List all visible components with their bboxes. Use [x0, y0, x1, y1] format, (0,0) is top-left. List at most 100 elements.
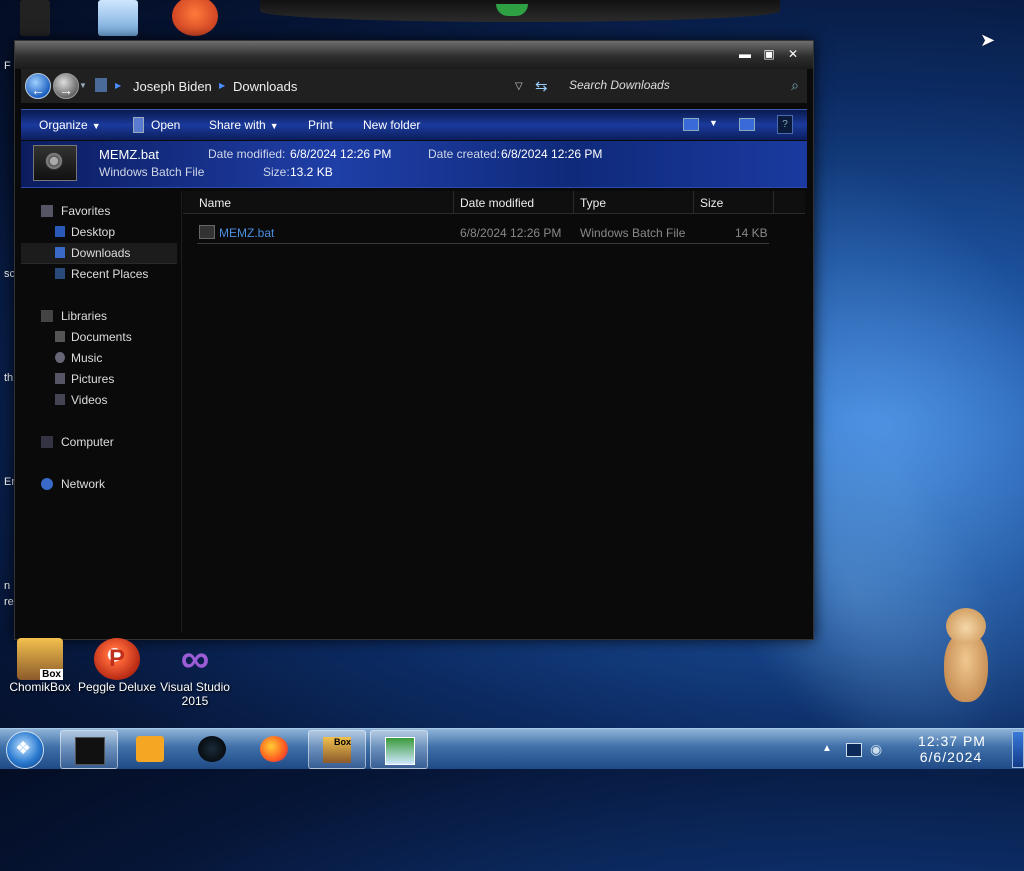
nav-favorites[interactable]: Favorites — [21, 201, 177, 221]
date-modified-label: Date modified: — [208, 147, 286, 161]
chevron-right-icon[interactable]: ▶ — [115, 81, 121, 90]
mouse-cursor-icon: ➤ — [980, 30, 996, 50]
libraries-icon — [41, 310, 53, 322]
videos-icon — [55, 394, 65, 405]
chomikbox-badge: Box — [333, 737, 351, 747]
desktop-icon-chomikbox[interactable]: Box ChomikBox — [0, 638, 80, 714]
windows-logo-icon: ❖ — [15, 738, 32, 758]
share-with-button[interactable]: Share with ▼ — [209, 118, 279, 132]
paint-icon — [385, 737, 415, 765]
column-name[interactable]: Name — [199, 196, 231, 210]
size-value: 13.2 KB — [290, 165, 333, 179]
details-file-type: Windows Batch File — [99, 165, 205, 179]
taskbar-browser[interactable] — [184, 730, 240, 767]
forward-button[interactable]: → — [53, 73, 79, 99]
show-hidden-icons-icon[interactable]: ▲ — [822, 743, 832, 754]
date-created-label: Date created: — [428, 147, 501, 161]
search-input[interactable] — [561, 75, 769, 95]
nav-videos[interactable]: Videos — [21, 390, 177, 410]
arrow-left-icon: ← — [31, 82, 45, 98]
taskbar-firefox[interactable] — [246, 730, 302, 767]
arrow-right-icon: → — [59, 82, 73, 98]
nav-downloads[interactable]: Downloads — [21, 243, 177, 264]
file-name[interactable]: MEMZ.bat — [219, 226, 274, 240]
nav-network[interactable]: Network — [21, 474, 177, 494]
file-date-modified: 6/8/2024 12:26 PM — [460, 226, 562, 240]
nav-music[interactable]: Music — [21, 348, 177, 368]
nav-pictures[interactable]: Pictures — [21, 369, 177, 389]
search-icon[interactable]: ⌕ — [791, 77, 799, 94]
minimize-button[interactable]: ▬ — [737, 47, 753, 61]
breadcrumb-user[interactable]: Joseph Biden — [133, 79, 212, 94]
chevron-right-icon[interactable]: ▶ — [219, 81, 225, 90]
desktop-edge-text: n — [4, 580, 11, 592]
nav-recent-places[interactable]: Recent Places — [21, 264, 177, 284]
desktop-icon-peggle[interactable]: P Peggle Deluxe — [77, 638, 157, 714]
media-player-icon — [136, 736, 164, 762]
address-bar: ← → ▼ ▶ Joseph Biden ▶ Downloads ▽ ⇆ ⌕ — [21, 69, 807, 103]
refresh-icon[interactable]: ⇆ — [535, 77, 548, 95]
taskbar-chomikbox[interactable]: Box — [308, 730, 366, 769]
print-button[interactable]: Print — [308, 118, 333, 132]
table-row[interactable]: MEMZ.bat 6/8/2024 12:26 PM Windows Batch… — [197, 221, 769, 244]
explorer-window: ▬ ▣ ✕ ← → ▼ ▶ Joseph Biden ▶ Downloads ▽… — [14, 40, 814, 640]
desktop-edge-text: F — [4, 60, 11, 72]
help-icon[interactable]: ? — [777, 115, 793, 134]
network-icon — [41, 478, 53, 490]
nav-desktop[interactable]: Desktop — [21, 222, 177, 242]
title-bar[interactable]: ▬ ▣ ✕ — [15, 41, 813, 69]
column-headers: Name Date modified Type Size — [183, 191, 805, 214]
column-size[interactable]: Size — [700, 196, 723, 210]
gear-icon — [45, 152, 63, 170]
preview-pane-icon[interactable] — [739, 118, 755, 131]
nav-libraries[interactable]: Libraries — [21, 306, 177, 326]
change-view-icon[interactable] — [683, 118, 699, 131]
nav-label: Computer — [61, 435, 114, 449]
computer-icon — [95, 78, 107, 92]
breadcrumb-downloads[interactable]: Downloads — [233, 79, 297, 94]
recent-pages-dropdown-icon[interactable]: ▼ — [79, 81, 87, 90]
nav-label: Downloads — [71, 246, 131, 260]
volume-icon[interactable]: ◉ — [870, 741, 882, 758]
peggle-icon[interactable] — [172, 0, 218, 36]
batch-file-large-icon — [33, 145, 77, 181]
maximize-button[interactable]: ▣ — [761, 47, 777, 61]
column-date-modified[interactable]: Date modified — [460, 196, 534, 210]
organize-label: Organize — [39, 118, 88, 132]
open-button[interactable]: Open — [151, 118, 180, 132]
desktop-edge-text: th — [4, 372, 14, 384]
close-button[interactable]: ✕ — [785, 47, 801, 61]
file-list: Name Date modified Type Size MEMZ.bat 6/… — [183, 191, 807, 633]
network-tray-icon[interactable] — [846, 743, 862, 757]
pictures-icon — [55, 373, 65, 384]
caret-down-icon[interactable]: ▼ — [709, 118, 718, 128]
desktop-icon-label: ChomikBox — [9, 680, 71, 694]
star-icon — [41, 205, 53, 217]
nav-computer[interactable]: Computer — [21, 432, 177, 452]
file-size: 14 KB — [735, 226, 768, 240]
clock-date[interactable]: 6/6/2024 — [906, 749, 996, 765]
show-desktop-button[interactable] — [1012, 731, 1024, 768]
mail-icon[interactable] — [98, 0, 138, 36]
back-button[interactable]: ← — [25, 73, 51, 99]
share-with-label: Share with — [209, 118, 266, 132]
column-type[interactable]: Type — [580, 196, 606, 210]
date-modified-value: 6/8/2024 12:26 PM — [290, 147, 392, 161]
chomikbox-icon: Box — [323, 737, 351, 763]
hamster-gadget[interactable] — [938, 604, 994, 704]
clock-time[interactable]: 12:37 PM — [910, 733, 994, 749]
documents-icon — [55, 331, 65, 342]
start-button[interactable]: ❖ — [6, 731, 44, 769]
desktop-icon-visual-studio[interactable]: ∞ Visual Studio 2015 — [155, 638, 235, 714]
new-folder-button[interactable]: New folder — [363, 118, 420, 132]
desktop-icon-partial[interactable] — [20, 0, 50, 36]
taskbar-media-player[interactable] — [122, 730, 178, 767]
organize-button[interactable]: Organize ▼ — [39, 118, 101, 132]
taskbar: ❖ Box ▲ ◉ 12:37 PM 6/6/2024 — [0, 728, 1024, 769]
browser-icon — [198, 736, 226, 762]
taskbar-explorer[interactable] — [60, 730, 118, 769]
nav-documents[interactable]: Documents — [21, 327, 177, 347]
address-dropdown-icon[interactable]: ▽ — [515, 81, 523, 92]
taskbar-paint[interactable] — [370, 730, 428, 769]
explorer-icon — [75, 737, 105, 765]
